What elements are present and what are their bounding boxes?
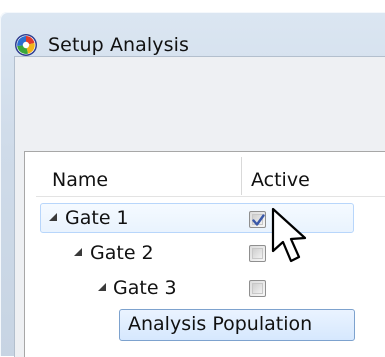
- active-checkbox-gate-3[interactable]: [249, 280, 266, 297]
- column-header-active[interactable]: Active: [251, 169, 310, 191]
- row-label-analysis-population: Analysis Population: [128, 313, 313, 335]
- window-title: Setup Analysis: [48, 34, 190, 56]
- active-checkbox-gate-2[interactable]: [249, 245, 266, 262]
- row-label-gate-2: Gate 2: [90, 242, 154, 264]
- title-bar[interactable]: Setup Analysis: [0, 12, 385, 62]
- expand-triangle-icon[interactable]: [97, 282, 107, 292]
- active-checkbox-gate-1[interactable]: [249, 211, 266, 228]
- column-header-name[interactable]: Name: [52, 169, 108, 191]
- mouse-pointer-icon: [271, 207, 307, 263]
- header-separator: [36, 196, 385, 197]
- row-label-gate-3: Gate 3: [113, 277, 177, 299]
- row-label-gate-1: Gate 1: [65, 207, 129, 229]
- app-logo-icon: [15, 34, 37, 56]
- expand-triangle-icon[interactable]: [73, 247, 83, 257]
- expand-triangle-icon[interactable]: [48, 212, 58, 222]
- checkmark-icon: [252, 214, 265, 226]
- column-divider[interactable]: [241, 157, 242, 195]
